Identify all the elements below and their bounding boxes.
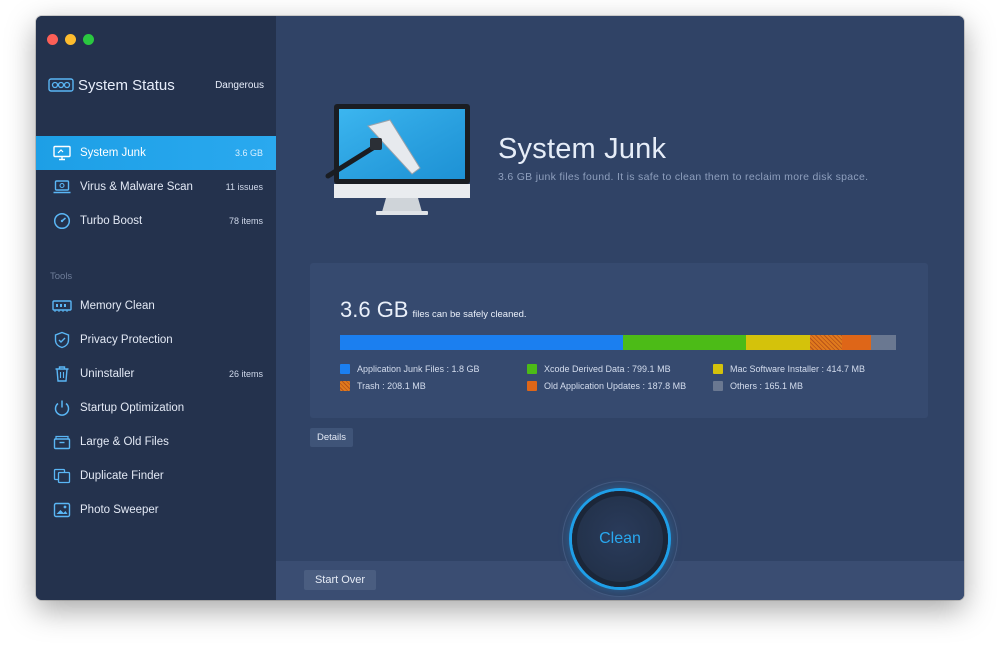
memory-chip-icon — [52, 296, 72, 316]
start-over-button[interactable]: Start Over — [304, 570, 376, 590]
junk-breakdown-bar — [340, 335, 897, 350]
power-icon — [52, 398, 72, 418]
sidebar-item-label: Large & Old Files — [80, 436, 169, 448]
legend-swatch — [340, 381, 350, 391]
sidebar-item-meta: 26 items — [228, 369, 263, 379]
legend-label: Xcode Derived Data : 799.1 MB — [544, 364, 671, 374]
sidebar-item-startup-optimization[interactable]: Startup Optimization — [36, 391, 276, 425]
laptop-scan-icon — [52, 177, 72, 197]
sidebar-item-label: Uninstaller — [80, 368, 135, 380]
photo-icon — [52, 500, 72, 520]
minimize-window-button[interactable] — [65, 34, 76, 45]
sidebar-item-meta: 11 issues — [225, 182, 263, 192]
tools-heading: Tools — [50, 271, 73, 282]
sidebar-item-uninstaller[interactable]: Uninstaller 26 items — [36, 357, 276, 391]
sidebar-item-virus-malware-scan[interactable]: Virus & Malware Scan 11 issues — [36, 170, 276, 204]
legend-swatch — [713, 381, 723, 391]
breakdown-segment — [746, 335, 810, 350]
close-window-button[interactable] — [47, 34, 58, 45]
legend-item: Trash : 208.1 MB — [340, 381, 426, 391]
legend-item: Others : 165.1 MB — [713, 381, 803, 391]
junk-size-summary: 3.6 GB files can be safely cleaned. — [340, 297, 527, 323]
clean-button[interactable]: Clean — [572, 491, 668, 587]
sidebar-item-system-junk[interactable]: System Junk 3.6 GB — [36, 136, 276, 170]
speedometer-icon — [52, 211, 72, 231]
main-content: System Junk 3.6 GB junk files found. It … — [276, 16, 964, 600]
sidebar-item-meta: 78 items — [228, 216, 263, 226]
sidebar-item-duplicate-finder[interactable]: Duplicate Finder — [36, 459, 276, 493]
sidebar: System Status Dangerous System Junk 3.6 … — [36, 16, 276, 600]
legend-item: Xcode Derived Data : 799.1 MB — [527, 364, 671, 374]
sidebar-item-large-old-files[interactable]: Large & Old Files — [36, 425, 276, 459]
legend-label: Old Application Updates : 187.8 MB — [544, 381, 687, 391]
legend-item: Old Application Updates : 187.8 MB — [527, 381, 686, 391]
sidebar-item-meta: 3.6 GB — [234, 148, 263, 158]
legend-swatch — [340, 364, 350, 374]
sidebar-item-label: Startup Optimization — [80, 402, 185, 414]
junk-total-size: 3.6 GB — [340, 297, 409, 322]
legend-item: Mac Software Installer : 414.7 MB — [713, 364, 865, 374]
sidebar-item-label: Turbo Boost — [80, 215, 143, 227]
sidebar-item-label: Virus & Malware Scan — [80, 181, 193, 193]
system-junk-hero-icon — [324, 100, 472, 223]
legend-swatch — [713, 364, 723, 374]
sidebar-item-memory-clean[interactable]: Memory Clean — [36, 289, 276, 323]
sidebar-item-label: Privacy Protection — [80, 334, 173, 346]
sidebar-item-privacy-protection[interactable]: Privacy Protection — [36, 323, 276, 357]
legend-swatch — [527, 364, 537, 374]
shield-icon — [52, 330, 72, 350]
trash-icon — [52, 364, 72, 384]
legend-item: Application Junk Files : 1.8 GB — [340, 364, 480, 374]
breakdown-segment — [340, 335, 624, 350]
duplicate-icon — [52, 466, 72, 486]
status-value: Dangerous — [215, 79, 264, 91]
legend-swatch — [527, 381, 537, 391]
monitor-icon — [52, 143, 72, 163]
sidebar-item-label: Duplicate Finder — [80, 470, 164, 482]
page-title: System Junk — [498, 133, 667, 165]
details-button[interactable]: Details — [310, 428, 353, 447]
system-status-row[interactable]: System Status Dangerous — [48, 74, 264, 96]
breakdown-segment — [809, 335, 842, 350]
breakdown-segment — [841, 335, 871, 350]
sidebar-item-photo-sweeper[interactable]: Photo Sweeper — [36, 493, 276, 527]
legend-label: Others : 165.1 MB — [730, 381, 804, 391]
breakdown-segment — [623, 335, 747, 350]
sidebar-item-turbo-boost[interactable]: Turbo Boost 78 items — [36, 204, 276, 238]
app-window: System Status Dangerous System Junk 3.6 … — [36, 16, 964, 600]
legend-label: Mac Software Installer : 414.7 MB — [730, 364, 866, 374]
status-title: System Status — [78, 76, 175, 94]
sidebar-item-label: Photo Sweeper — [80, 504, 159, 516]
zoom-window-button[interactable] — [83, 34, 94, 45]
junk-size-caption: files can be safely cleaned. — [412, 309, 527, 320]
junk-summary-panel: 3.6 GB files can be safely cleaned. Appl… — [310, 263, 928, 418]
breakdown-segment — [870, 335, 897, 350]
page-subtitle: 3.6 GB junk files found. It is safe to c… — [498, 171, 869, 183]
sidebar-item-label: Memory Clean — [80, 300, 155, 312]
status-icon — [48, 76, 76, 94]
sidebar-item-label: System Junk — [80, 147, 146, 159]
legend-label: Application Junk Files : 1.8 GB — [357, 364, 480, 374]
legend-label: Trash : 208.1 MB — [357, 381, 426, 391]
box-icon — [52, 432, 72, 452]
